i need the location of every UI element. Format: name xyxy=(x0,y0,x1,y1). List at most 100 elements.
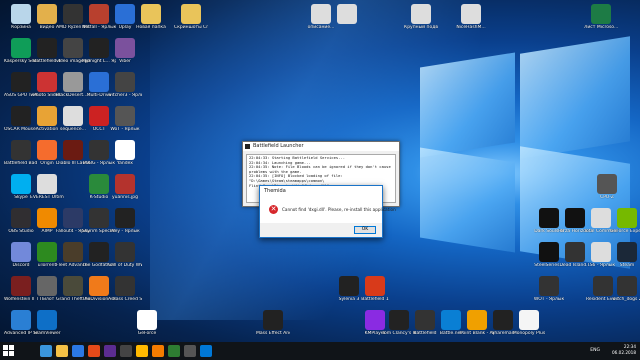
desktop-icon[interactable]: Скриншоты CryptoNe... xyxy=(174,4,208,30)
taskbar-app-button[interactable] xyxy=(56,345,68,357)
desktop-icon-label: Yandex xyxy=(117,161,133,166)
dialog-title: Themida xyxy=(264,188,286,194)
app-icon xyxy=(37,242,57,262)
taskbar-app-button[interactable] xyxy=(104,345,116,357)
taskbar-app-button[interactable] xyxy=(168,345,180,357)
app-icon xyxy=(415,310,435,330)
desktop-icon[interactable]: NiceHashM... xyxy=(454,4,488,30)
desktop-icon[interactable]: Mass Effect Andromeda xyxy=(256,310,290,336)
app-icon xyxy=(11,310,31,330)
desktop-icon[interactable]: Assass Creed Sea of Dar... xyxy=(108,276,142,302)
taskbar-app-button[interactable] xyxy=(40,345,52,357)
desktop-icon-label: CPU-Z xyxy=(600,195,614,200)
windows-logo-pane xyxy=(420,52,515,158)
app-icon xyxy=(63,208,83,228)
desktop-icon[interactable]: Call of Duty WWII xyxy=(108,242,142,268)
app-icon xyxy=(89,140,109,160)
app-icon xyxy=(11,276,31,296)
app-icon xyxy=(115,276,135,296)
app-icon xyxy=(37,72,57,92)
app-icon xyxy=(137,310,157,330)
desktop-icon[interactable]: Battlefield 1 xyxy=(358,276,392,302)
desktop-icon[interactable]: yuannis.jpg xyxy=(108,174,142,200)
desktop-icon[interactable]: TeamViewer xyxy=(30,310,64,336)
desktop-icon-label: GeForce Experience xyxy=(610,229,640,234)
app-icon xyxy=(591,208,611,228)
desktop-icon[interactable]: witch_dogs 2 xyxy=(610,276,640,302)
desktop-icon[interactable]: Viber xyxy=(108,38,142,64)
taskbar-app-button[interactable] xyxy=(88,345,100,357)
clock-date: 06.02.2018 xyxy=(612,350,636,355)
start-button[interactable] xyxy=(3,345,15,357)
desktop-icon[interactable]: witcher3 - Ярлык xyxy=(108,72,142,98)
desktop-icon[interactable]: Крупный подвал... xyxy=(404,4,438,30)
language-indicator[interactable]: ENG xyxy=(590,348,600,353)
desktop-icon[interactable]: GeForce xyxy=(130,310,164,336)
error-dialog[interactable]: Themida ✕ Cannot find 'dxgi.dll'. Please… xyxy=(259,185,396,238)
app-icon xyxy=(11,242,31,262)
windows-icon xyxy=(9,345,14,350)
app-icon xyxy=(63,38,83,58)
desktop-icon[interactable]: Monopoly Plus xyxy=(512,310,546,336)
app-icon xyxy=(63,72,83,92)
desktop-icon[interactable]: EVEREST Ultima... xyxy=(30,174,64,200)
windows-logo-pane xyxy=(420,147,515,253)
launcher-title: Battlefield Launcher xyxy=(253,143,304,149)
desktop-icon-label: Крупный подвал... xyxy=(404,25,438,30)
desktop-icon[interactable]: Steam xyxy=(610,242,640,268)
desktop-icon-label: Лист Microso... xyxy=(584,25,618,30)
app-icon xyxy=(365,276,385,296)
ok-button[interactable]: OK xyxy=(354,226,376,234)
launcher-titlebar[interactable]: Battlefield Launcher xyxy=(243,142,399,151)
taskbar-app-button[interactable] xyxy=(120,345,132,357)
desktop-icon[interactable]: Лист Microso... xyxy=(584,4,618,30)
app-icon xyxy=(539,242,559,262)
taskbar-app-button[interactable] xyxy=(152,345,164,357)
taskbar-app-button[interactable] xyxy=(136,345,148,357)
app-icon xyxy=(37,38,57,58)
app-icon xyxy=(411,4,431,24)
app-icon xyxy=(89,38,109,58)
app-icon xyxy=(565,208,585,228)
desktop-icon[interactable]: WOT - Ярлык xyxy=(532,276,566,302)
desktop-icon[interactable]: Yandex xyxy=(108,140,142,166)
desktop-icon[interactable]: Новая папка xyxy=(134,4,168,30)
desktop-icon-label: Mass Effect Andromeda xyxy=(256,331,290,336)
desktop-icon-label: Viber xyxy=(119,59,131,64)
app-icon xyxy=(539,276,559,296)
desktop-icon-label: Assass Creed Sea of Dar... xyxy=(108,297,142,302)
desktop-icon-label: описание... xyxy=(307,25,335,30)
desktop-icon[interactable]: WoT - Ярлык xyxy=(108,106,142,132)
app-icon xyxy=(115,140,135,160)
desktop-icon[interactable]: CPU-Z xyxy=(590,174,624,200)
app-icon xyxy=(11,4,31,24)
app-icon xyxy=(263,310,283,330)
app-icon xyxy=(115,4,135,24)
app-icon xyxy=(11,72,31,92)
desktop-icon[interactable]: Prey - Ярлык xyxy=(108,208,142,234)
dialog-body: ✕ Cannot find 'dxgi.dll'. Please, re-ins… xyxy=(260,196,396,224)
clock[interactable]: 22:34 06.02.2018 xyxy=(612,344,636,356)
app-icon xyxy=(591,4,611,24)
app-icon xyxy=(591,242,611,262)
app-icon xyxy=(337,4,357,24)
app-icon xyxy=(89,242,109,262)
app-icon xyxy=(63,242,83,262)
windows-logo-pane xyxy=(520,36,630,159)
app-icon xyxy=(181,4,201,24)
desktop-icon[interactable] xyxy=(330,4,364,25)
taskbar-app-button[interactable] xyxy=(184,345,196,357)
app-icon xyxy=(493,310,513,330)
windows-icon xyxy=(9,351,14,356)
app-icon xyxy=(539,208,559,228)
app-icon xyxy=(37,174,57,194)
desktop-icon-label: witch_dogs 2 xyxy=(612,297,640,302)
app-icon xyxy=(11,174,31,194)
taskbar-app-button[interactable] xyxy=(72,345,84,357)
desktop-icon-label: Monopoly Plus xyxy=(512,331,546,336)
desktop-icon[interactable]: GeForce Experience xyxy=(610,208,640,234)
taskbar-app-button[interactable] xyxy=(200,345,212,357)
app-icon xyxy=(617,242,637,262)
app-icon xyxy=(389,310,409,330)
desktop-icon-label: Скриншоты CryptoNe... xyxy=(174,25,208,30)
